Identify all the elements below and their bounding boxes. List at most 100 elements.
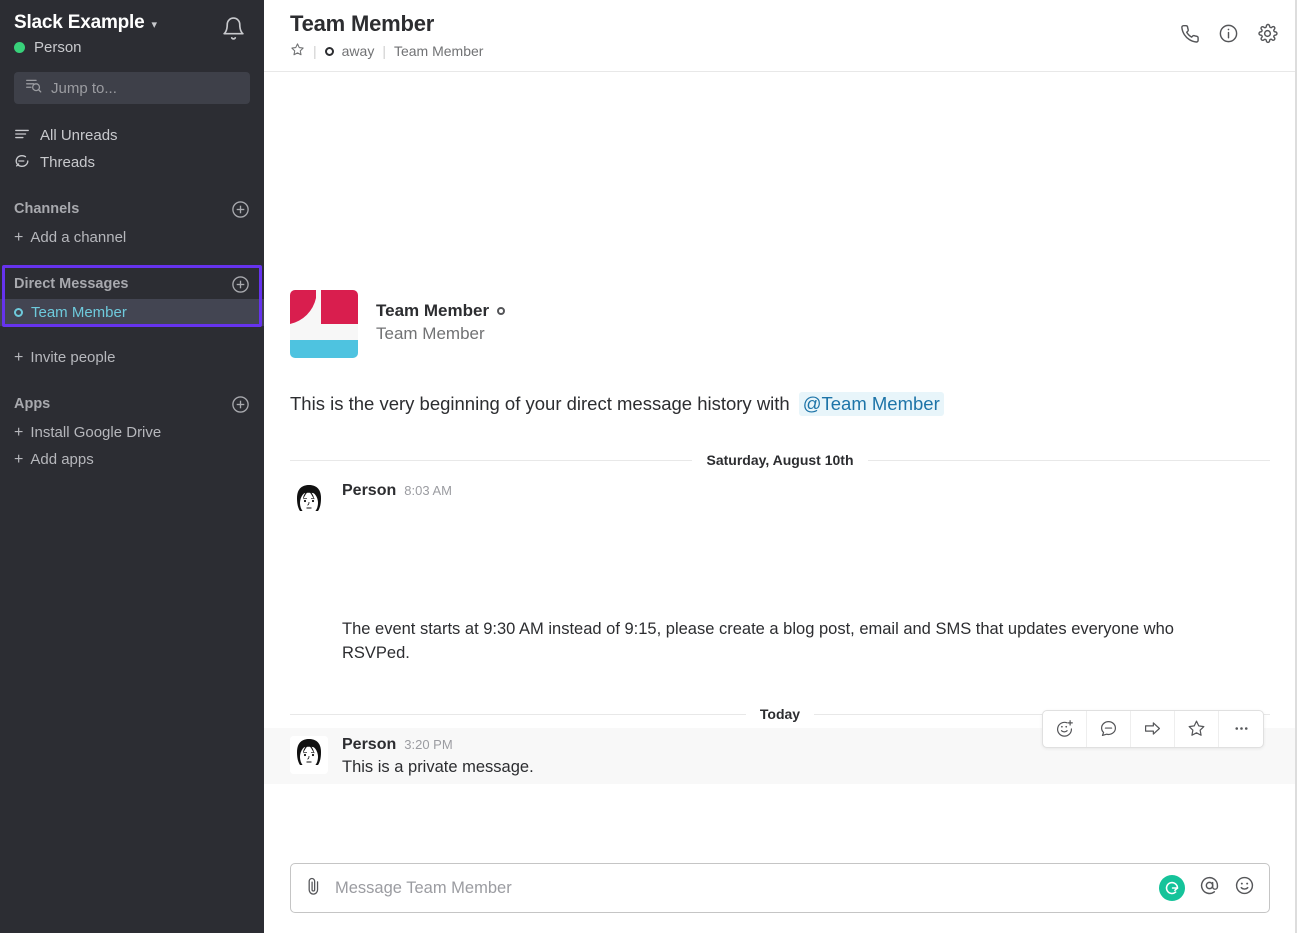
message-author[interactable]: Person — [342, 736, 396, 754]
threads-icon — [14, 153, 30, 173]
message-composer: Message Team Member — [264, 847, 1296, 933]
avatar[interactable] — [290, 736, 328, 774]
message-row: Person 3:20 PM This is a private message… — [264, 728, 1296, 784]
more-actions-icon[interactable] — [1219, 711, 1263, 747]
info-icon[interactable] — [1218, 23, 1239, 44]
star-icon[interactable] — [1175, 711, 1219, 747]
apps-section-header[interactable]: Apps — [0, 389, 264, 419]
plus-circle-icon[interactable] — [231, 275, 250, 294]
day-divider-label: Saturday, August 10th — [692, 452, 867, 468]
sidebar-item-invite-people[interactable]: + Invite people — [0, 344, 264, 371]
paperclip-icon[interactable] — [303, 876, 323, 901]
search-icon — [25, 77, 42, 99]
panel-edge — [1295, 0, 1296, 933]
unreads-icon — [14, 126, 30, 146]
dm-section-title: Direct Messages — [14, 276, 128, 292]
composer-placeholder: Message Team Member — [335, 879, 1147, 898]
team-switcher[interactable]: Slack Example ▾ — [14, 12, 157, 34]
conversation-header-actions — [1179, 11, 1278, 44]
conversation-header: Team Member | away | Team Member — [264, 0, 1296, 72]
plus-icon: + — [14, 425, 23, 441]
sidebar-item-label: Install Google Drive — [30, 424, 161, 441]
star-icon[interactable] — [290, 42, 305, 60]
separator: | — [382, 43, 386, 59]
direct-messages-block: Direct Messages Team Member — [0, 269, 264, 326]
presence-dot-icon — [14, 42, 25, 53]
call-icon[interactable] — [1179, 23, 1200, 44]
sidebar-item-add-a-channel[interactable]: + Add a channel — [0, 224, 264, 251]
sidebar-item-label: Add a channel — [30, 229, 126, 246]
dm-intro: Team Member Team Member This is the very… — [264, 72, 1296, 416]
dm-intro-identity: Team Member Team Member — [290, 290, 1270, 358]
avatar[interactable] — [290, 482, 328, 520]
sidebar-item-dm-team-member[interactable]: Team Member — [0, 299, 264, 326]
main-content: Team Member | away | Team Member — [264, 0, 1297, 933]
message-row: Person 8:03 AM The event starts at 9:30 … — [264, 474, 1296, 670]
conversation-subtitle: Team Member — [394, 43, 483, 59]
at-mention-icon[interactable] — [1199, 875, 1220, 901]
slack-app-window: Slack Example ▾ Person — [0, 0, 1297, 933]
search-input[interactable]: Jump to... — [14, 72, 250, 104]
dm-section-header[interactable]: Direct Messages — [0, 269, 264, 299]
sidebar: Slack Example ▾ Person — [0, 0, 264, 933]
grammarly-icon[interactable] — [1159, 875, 1185, 901]
sidebar-item-add-apps[interactable]: + Add apps — [0, 446, 264, 473]
composer-actions — [1159, 875, 1255, 901]
plus-circle-icon[interactable] — [231, 395, 250, 414]
bell-icon — [221, 16, 246, 46]
composer-box[interactable]: Message Team Member — [290, 863, 1270, 913]
message-author[interactable]: Person — [342, 482, 396, 500]
message-text: This is a private message. — [342, 756, 1242, 780]
plus-icon: + — [14, 230, 23, 246]
sidebar-item-threads[interactable]: Threads — [0, 149, 264, 176]
conversation-subheader: | away | Team Member — [290, 42, 483, 60]
thread-icon[interactable] — [1087, 711, 1131, 747]
chevron-down-icon: ▾ — [151, 20, 157, 31]
current-user[interactable]: Person — [14, 39, 157, 56]
sidebar-item-label: Team Member — [31, 304, 127, 321]
separator: | — [313, 43, 317, 59]
message-timestamp: 3:20 PM — [404, 737, 452, 752]
share-icon[interactable] — [1131, 711, 1175, 747]
status-text: away — [342, 43, 375, 59]
avatar[interactable] — [290, 290, 358, 358]
page-title: Team Member — [290, 11, 483, 37]
sidebar-nav: All Unreads Threads — [0, 122, 264, 176]
search-placeholder: Jump to... — [51, 80, 117, 97]
away-circle-icon — [14, 308, 23, 317]
message-body: Person 8:03 AM The event starts at 9:30 … — [342, 482, 1270, 666]
team-header: Slack Example ▾ Person — [0, 0, 264, 60]
away-circle-icon — [325, 47, 334, 56]
dm-intro-name: Team Member — [376, 301, 489, 321]
notifications-button[interactable] — [216, 14, 250, 48]
dm-intro-names: Team Member Team Member — [376, 290, 505, 344]
dm-intro-text-row: This is the very beginning of your direc… — [290, 392, 1270, 416]
channels-section-header[interactable]: Channels — [0, 194, 264, 224]
gear-icon[interactable] — [1257, 23, 1278, 44]
team-name: Slack Example — [14, 12, 144, 34]
dm-intro-text: This is the very beginning of your direc… — [290, 393, 790, 415]
sidebar-item-label: All Unreads — [40, 127, 118, 144]
plus-circle-icon[interactable] — [231, 200, 250, 219]
apps-section-title: Apps — [14, 396, 50, 412]
sidebar-item-install-google-drive[interactable]: + Install Google Drive — [0, 419, 264, 446]
team-header-left: Slack Example ▾ Person — [14, 12, 157, 56]
emoji-icon[interactable] — [1234, 875, 1255, 901]
message-text: The event starts at 9:30 AM instead of 9… — [342, 618, 1242, 666]
sidebar-item-label: Threads — [40, 154, 95, 171]
add-reaction-icon[interactable] — [1043, 711, 1087, 747]
sidebar-item-all-unreads[interactable]: All Unreads — [0, 122, 264, 149]
sidebar-item-label: Add apps — [30, 451, 93, 468]
message-meta: Person 8:03 AM — [342, 482, 1270, 500]
mention-chip[interactable]: @Team Member — [799, 392, 944, 416]
channels-section-title: Channels — [14, 201, 79, 217]
plus-icon: + — [14, 350, 23, 366]
dm-intro-handle: Team Member — [376, 324, 505, 344]
dm-intro-name-row: Team Member — [376, 301, 505, 321]
message-list[interactable]: Team Member Team Member This is the very… — [264, 72, 1296, 847]
plus-icon: + — [14, 452, 23, 468]
day-divider-label: Today — [746, 706, 814, 722]
message-hover-toolbar — [1042, 710, 1264, 748]
sidebar-item-label: Invite people — [30, 349, 115, 366]
current-user-name: Person — [34, 39, 82, 56]
